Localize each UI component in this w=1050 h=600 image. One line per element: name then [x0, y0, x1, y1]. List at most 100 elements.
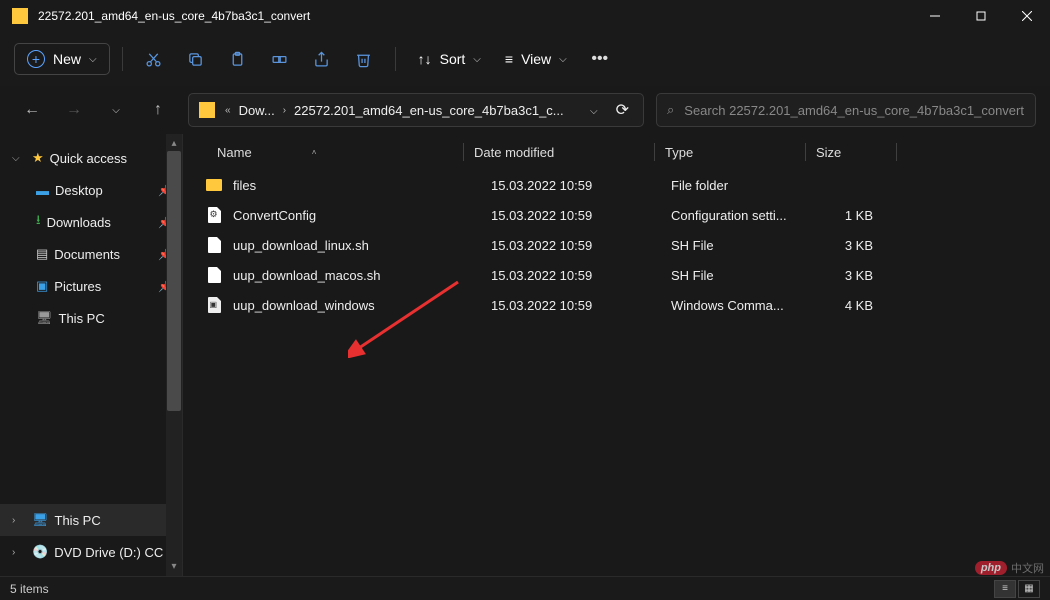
- breadcrumb-segment[interactable]: Dow...: [235, 103, 279, 118]
- sidebar-label: This PC: [55, 513, 101, 528]
- view-icon: ≡: [505, 51, 513, 67]
- chevron-right-icon[interactable]: ›: [12, 515, 26, 526]
- titlebar: 22572.201_amd64_en-us_core_4b7ba3c1_conv…: [0, 0, 1050, 32]
- cell-size: 4 KB: [811, 298, 891, 313]
- cell-date: 15.03.2022 10:59: [491, 268, 671, 283]
- search-placeholder: Search 22572.201_amd64_en-us_core_4b7ba3…: [684, 103, 1024, 118]
- forward-button[interactable]: →: [56, 92, 92, 128]
- documents-icon: ▤: [36, 246, 48, 262]
- sidebar-item-dvd[interactable]: › 💿 DVD Drive (D:) CC: [0, 536, 182, 568]
- window-title: 22572.201_amd64_en-us_core_4b7ba3c1_conv…: [38, 9, 912, 23]
- cut-button[interactable]: [135, 40, 173, 78]
- cell-type: File folder: [671, 178, 811, 193]
- toolbar: + New ⌵ ↑↓ Sort ⌵ ≡ View ⌵ •••: [0, 32, 1050, 86]
- more-button[interactable]: •••: [581, 40, 619, 78]
- cell-type: Configuration setti...: [671, 208, 811, 223]
- cmd-icon: [205, 296, 223, 314]
- paste-button[interactable]: [219, 40, 257, 78]
- copy-button[interactable]: [177, 40, 215, 78]
- gear-icon: [205, 206, 223, 224]
- sidebar: ⌵ ★ Quick access ▬ Desktop 📌 ⭳ Downloads…: [0, 134, 183, 576]
- desktop-icon: ▬: [36, 183, 49, 198]
- separator: [395, 47, 396, 71]
- delete-button[interactable]: [345, 40, 383, 78]
- downloads-icon: ⭳: [36, 211, 41, 233]
- statusbar: 5 items ≡ ▦: [0, 576, 1050, 600]
- details-view-button[interactable]: ≡: [994, 580, 1016, 598]
- sidebar-item-this-pc[interactable]: 🖥 This PC: [0, 302, 182, 334]
- column-name[interactable]: Name˄: [183, 145, 463, 160]
- separator: [122, 47, 123, 71]
- breadcrumb[interactable]: « Dow... › 22572.201_amd64_en-us_core_4b…: [188, 93, 644, 127]
- main: ⌵ ★ Quick access ▬ Desktop 📌 ⭳ Downloads…: [0, 134, 1050, 576]
- file-icon: [205, 266, 223, 284]
- chevron-right-icon[interactable]: ›: [12, 547, 26, 558]
- plus-icon: +: [27, 50, 45, 68]
- column-divider[interactable]: [896, 143, 897, 161]
- sidebar-item-documents[interactable]: ▤ Documents 📌: [0, 238, 182, 270]
- table-row[interactable]: files15.03.2022 10:59File folder: [183, 170, 1050, 200]
- cell-type: SH File: [671, 238, 811, 253]
- sidebar-label: Pictures: [54, 279, 101, 294]
- item-count: 5 items: [10, 582, 49, 596]
- sort-button[interactable]: ↑↓ Sort ⌵: [408, 45, 491, 73]
- star-icon: ★: [32, 150, 44, 166]
- new-button[interactable]: + New ⌵: [14, 43, 110, 75]
- refresh-button[interactable]: ⟳: [606, 100, 639, 120]
- scrollbar-thumb[interactable]: [167, 151, 181, 411]
- column-divider[interactable]: [805, 143, 806, 161]
- sort-icon: ↑↓: [418, 51, 432, 67]
- cell-name: ConvertConfig: [233, 208, 491, 223]
- column-size[interactable]: Size: [816, 145, 896, 160]
- sidebar-scrollbar[interactable]: ▴ ▾: [166, 134, 182, 576]
- disc-icon: 💿: [32, 544, 48, 560]
- cell-size: 3 KB: [811, 238, 891, 253]
- pc-icon: 🖥: [32, 512, 49, 528]
- icons-view-button[interactable]: ▦: [1018, 580, 1040, 598]
- sidebar-item-this-pc-root[interactable]: › 🖥 This PC: [0, 504, 182, 536]
- scroll-down-icon[interactable]: ▾: [171, 561, 176, 572]
- back-button[interactable]: ←: [14, 92, 50, 128]
- sidebar-label: DVD Drive (D:) CC: [54, 545, 163, 560]
- table-row[interactable]: ConvertConfig15.03.2022 10:59Configurati…: [183, 200, 1050, 230]
- search-input[interactable]: ⌕ Search 22572.201_amd64_en-us_core_4b7b…: [656, 93, 1036, 127]
- column-divider[interactable]: [654, 143, 655, 161]
- sidebar-item-desktop[interactable]: ▬ Desktop 📌: [0, 174, 182, 206]
- window-controls: [912, 0, 1050, 32]
- recent-button[interactable]: ⌵: [98, 92, 134, 128]
- share-button[interactable]: [303, 40, 341, 78]
- view-button[interactable]: ≡ View ⌵: [495, 45, 577, 73]
- cell-date: 15.03.2022 10:59: [491, 178, 671, 193]
- maximize-button[interactable]: [958, 0, 1004, 32]
- column-type[interactable]: Type: [665, 145, 805, 160]
- navbar: ← → ⌵ ↑ « Dow... › 22572.201_amd64_en-us…: [0, 86, 1050, 134]
- chevron-down-icon[interactable]: ⌵: [12, 153, 26, 164]
- chevron-left-icon[interactable]: «: [221, 105, 235, 116]
- sidebar-label: Quick access: [50, 151, 127, 166]
- table-row[interactable]: uup_download_macos.sh15.03.2022 10:59SH …: [183, 260, 1050, 290]
- close-button[interactable]: [1004, 0, 1050, 32]
- table-row[interactable]: uup_download_windows15.03.2022 10:59Wind…: [183, 290, 1050, 320]
- sidebar-item-quick-access[interactable]: ⌵ ★ Quick access: [0, 142, 182, 174]
- breadcrumb-segment[interactable]: 22572.201_amd64_en-us_core_4b7ba3c1_c...: [290, 103, 568, 118]
- sidebar-label: Desktop: [55, 183, 103, 198]
- breadcrumb-dropdown[interactable]: ⌵: [582, 101, 606, 119]
- view-mode-toggle: ≡ ▦: [994, 580, 1040, 598]
- cell-name: uup_download_windows: [233, 298, 491, 313]
- search-icon: ⌕: [667, 102, 674, 118]
- view-label: View: [521, 51, 551, 67]
- pictures-icon: ▣: [36, 278, 48, 294]
- up-button[interactable]: ↑: [140, 92, 176, 128]
- column-divider[interactable]: [463, 143, 464, 161]
- scroll-up-icon[interactable]: ▴: [171, 138, 176, 149]
- chevron-down-icon: ⌵: [559, 54, 567, 65]
- cell-type: SH File: [671, 268, 811, 283]
- rename-button[interactable]: [261, 40, 299, 78]
- sidebar-item-downloads[interactable]: ⭳ Downloads 📌: [0, 206, 182, 238]
- column-date[interactable]: Date modified: [474, 145, 654, 160]
- sidebar-item-pictures[interactable]: ▣ Pictures 📌: [0, 270, 182, 302]
- table-row[interactable]: uup_download_linux.sh15.03.2022 10:59SH …: [183, 230, 1050, 260]
- new-label: New: [53, 51, 81, 67]
- pc-icon: 🖥: [36, 310, 53, 326]
- minimize-button[interactable]: [912, 0, 958, 32]
